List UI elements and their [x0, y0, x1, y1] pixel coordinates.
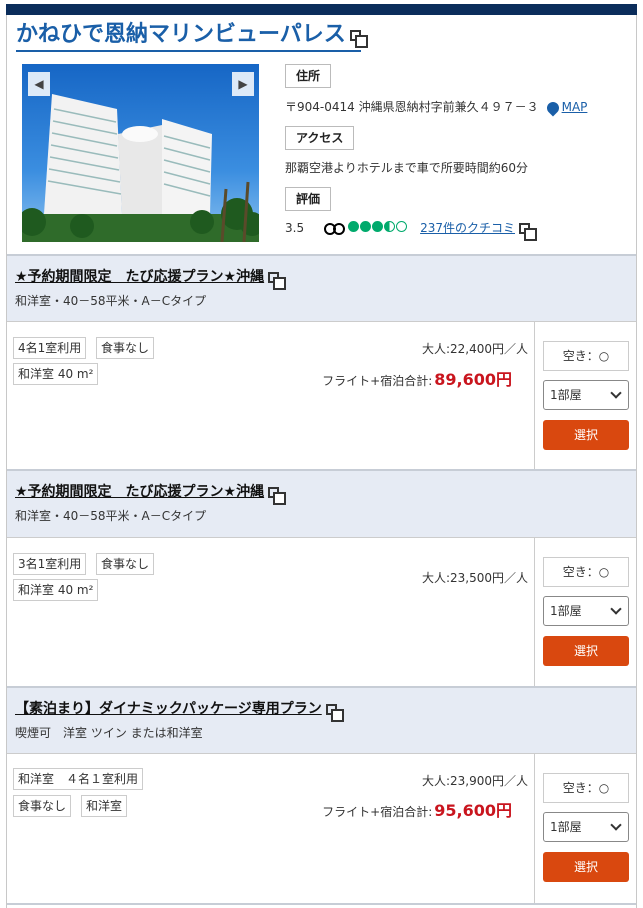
tripadvisor-icon	[324, 222, 346, 235]
address-line: 〒904-0414 沖縄県恩納村字前兼久４９７－３ MAP	[285, 98, 588, 116]
room-chip: 和洋室 40 m²	[13, 579, 99, 601]
rating-bubble-empty-icon	[396, 220, 408, 232]
plan-header: 【素泊まり】ダイナミックパッケージ専用プラン 喫煙可 洋室 ツイン または和洋室	[7, 686, 636, 753]
hotel-photo	[22, 64, 259, 242]
rating-bubble-icon	[360, 220, 372, 232]
rooms-select-value: 1部屋	[550, 604, 582, 618]
room-row: 3名1室利用 食事なし 和洋室 40 m² 大人:23,500円／人 空き：○ …	[7, 537, 636, 686]
top-bar	[6, 4, 637, 15]
total-price: 95,600円	[434, 801, 512, 820]
reviews-link-text: 237件のクチコミ	[420, 221, 515, 235]
chevron-down-icon	[610, 387, 622, 399]
rooms-select-value: 1部屋	[550, 820, 582, 834]
plan-title-link[interactable]: ★予約期間限定 たび応援プラン★沖縄	[15, 481, 287, 505]
adult-price: 大人:22,400円／人	[421, 342, 528, 356]
bottom-divider	[7, 903, 636, 905]
address-text: 〒904-0414 沖縄県恩納村字前兼久４９７－３	[285, 100, 539, 114]
rating-label: 評価	[285, 187, 332, 211]
hotel-name-link[interactable]: かねひで恩納マリンビューパレス	[16, 20, 368, 52]
room-details: 4名1室利用 食事なし 和洋室 40 m² 大人:22,400円／人 フライト+…	[7, 322, 534, 469]
total-price-line: フライト+宿泊合計: 89,600円	[322, 366, 512, 390]
access-text: 那覇空港よりホテルまで車で所要時間約60分	[285, 161, 529, 175]
plan-header: ★予約期間限定 たび応援プラン★沖縄 和洋室・40－58平米・A－Cタイプ	[7, 469, 636, 537]
rating-row: 3.5 237件のクチコミ	[285, 219, 537, 241]
external-link-icon	[268, 486, 287, 505]
room-actions: 空き：○ 1部屋 選択	[534, 754, 636, 903]
external-link-icon	[519, 223, 537, 241]
hotel-name: かねひで恩納マリンビューパレス	[16, 22, 346, 47]
room-chip: 食事なし	[96, 553, 155, 575]
plan-subtitle: 喫煙可 洋室 ツイン または和洋室	[15, 726, 203, 740]
chevron-down-icon	[610, 819, 622, 831]
chevron-right-icon: ▶	[238, 77, 248, 91]
availability-status: 空き：○	[543, 341, 629, 371]
map-link[interactable]: MAP	[562, 100, 588, 114]
chevron-down-icon	[610, 603, 622, 615]
chevron-left-icon: ◀	[34, 77, 44, 91]
external-link-icon	[268, 271, 287, 290]
rooms-select[interactable]: 1部屋	[543, 812, 629, 842]
rooms-select[interactable]: 1部屋	[543, 596, 629, 626]
hotel-building-image	[22, 94, 259, 242]
select-button[interactable]: 選択	[543, 636, 629, 666]
rating-bubble-icon	[348, 220, 360, 232]
room-details: 和洋室 ４名１室利用 食事なし 和洋室 大人:23,900円／人 フライト+宿泊…	[7, 754, 534, 903]
total-label: フライト+宿泊合計:	[322, 805, 433, 819]
room-chip: 3名1室利用	[13, 553, 87, 575]
plan-subtitle: 和洋室・40－58平米・A－Cタイプ	[15, 509, 207, 523]
room-chip: 和洋室	[81, 795, 128, 817]
plan-title: ★予約期間限定 たび応援プラン★沖縄	[15, 484, 265, 500]
rating-value: 3.5	[285, 220, 305, 235]
rooms-select-value: 1部屋	[550, 388, 582, 402]
rooms-select[interactable]: 1部屋	[543, 380, 629, 410]
total-label: フライト+宿泊合計:	[322, 374, 433, 388]
external-link-icon	[349, 29, 368, 48]
room-row: 和洋室 ４名１室利用 食事なし 和洋室 大人:23,900円／人 フライト+宿泊…	[7, 753, 636, 903]
room-row: 4名1室利用 食事なし 和洋室 40 m² 大人:22,400円／人 フライト+…	[7, 321, 636, 469]
total-price: 89,600円	[434, 370, 512, 389]
external-link-icon	[325, 703, 344, 722]
total-price-line: フライト+宿泊合計: 95,600円	[322, 797, 512, 821]
photo-next-button[interactable]: ▶	[232, 72, 254, 96]
plan-title: ★予約期間限定 たび応援プラン★沖縄	[15, 269, 265, 285]
photo-prev-button[interactable]: ◀	[28, 72, 50, 96]
map-pin-icon	[544, 99, 562, 116]
room-chip: 食事なし	[96, 337, 155, 359]
availability-status: 空き：○	[543, 773, 629, 803]
plan-title-link[interactable]: 【素泊まり】ダイナミックパッケージ専用プラン	[15, 698, 344, 722]
room-chip: 4名1室利用	[13, 337, 87, 359]
plan-header: ★予約期間限定 たび応援プラン★沖縄 和洋室・40－58平米・A－Cタイプ	[7, 254, 636, 321]
room-chip: 食事なし	[13, 795, 72, 817]
address-label: 住所	[285, 64, 332, 88]
adult-price: 大人:23,900円／人	[421, 774, 528, 788]
plan-title: 【素泊まり】ダイナミックパッケージ専用プラン	[15, 701, 322, 717]
availability-status: 空き：○	[543, 557, 629, 587]
reviews-link[interactable]: 237件のクチコミ	[420, 219, 537, 241]
room-details: 3名1室利用 食事なし 和洋室 40 m² 大人:23,500円／人	[7, 538, 534, 686]
select-button[interactable]: 選択	[543, 420, 629, 450]
plan-title-link[interactable]: ★予約期間限定 たび応援プラン★沖縄	[15, 266, 287, 290]
select-button[interactable]: 選択	[543, 852, 629, 882]
adult-price: 大人:23,500円／人	[421, 571, 528, 585]
plan-subtitle: 和洋室・40－58平米・A－Cタイプ	[15, 294, 207, 308]
room-chip: 和洋室 40 m²	[13, 363, 99, 385]
rating-bubbles	[348, 220, 408, 235]
access-label: アクセス	[285, 126, 355, 150]
room-chip: 和洋室 ４名１室利用	[13, 768, 144, 790]
room-actions: 空き：○ 1部屋 選択	[534, 538, 636, 686]
room-actions: 空き：○ 1部屋 選択	[534, 322, 636, 469]
rating-bubble-half-icon	[384, 220, 396, 232]
rating-bubble-icon	[372, 220, 384, 232]
